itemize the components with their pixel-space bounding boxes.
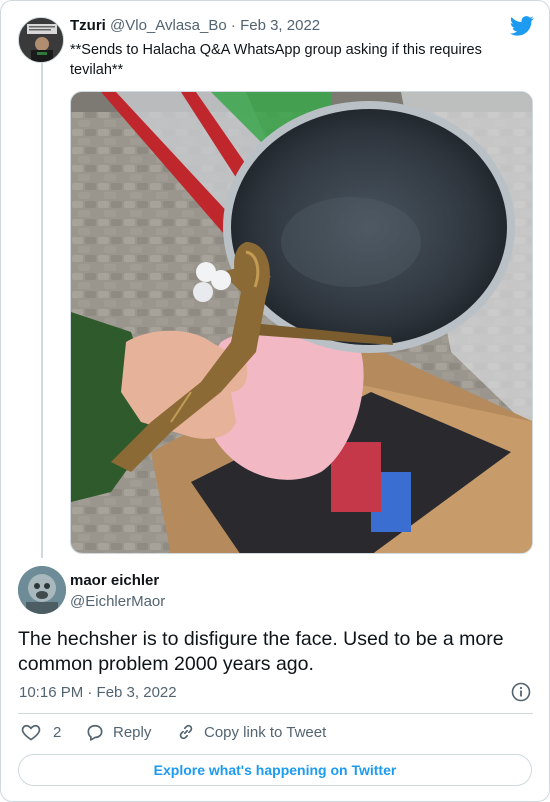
avatar[interactable]	[18, 17, 64, 63]
tweet-date[interactable]: Feb 3, 2022	[240, 17, 320, 34]
author-name[interactable]: maor eichler	[70, 572, 159, 589]
link-icon	[179, 724, 193, 740]
author-name[interactable]: Tzuri	[70, 17, 106, 34]
info-icon[interactable]	[511, 682, 531, 702]
quoted-tweet-header: Tzuri @Vlo_Avlasa_Bo · Feb 3, 2022	[70, 17, 320, 34]
twitter-bird-icon[interactable]	[510, 16, 534, 36]
divider	[18, 713, 533, 714]
avatar[interactable]	[18, 566, 66, 614]
explore-twitter-button[interactable]: Explore what's happening on Twitter	[18, 754, 532, 786]
author-handle[interactable]: @EichlerMaor	[70, 593, 165, 610]
meta-separator: ·	[230, 17, 236, 34]
tweet-embed-card: Tzuri @Vlo_Avlasa_Bo · Feb 3, 2022 **Sen…	[0, 0, 550, 802]
quoted-tweet-text: **Sends to Halacha Q&A WhatsApp group as…	[70, 42, 482, 78]
tweet-timestamp[interactable]: 10:16 PM · Feb 3, 2022	[19, 684, 177, 701]
tweet-text: The hechsher is to disfigure the face. U…	[18, 628, 504, 675]
like-button[interactable]: 2	[21, 722, 61, 742]
photo-image	[71, 92, 532, 553]
heart-icon	[21, 724, 41, 741]
copy-link-button[interactable]: Copy link to Tweet	[176, 722, 326, 742]
tweet-photo[interactable]	[70, 91, 533, 554]
avatar-image	[18, 566, 66, 614]
avatar-image	[19, 18, 63, 62]
copy-link-label: Copy link to Tweet	[204, 723, 327, 741]
reply-label: Reply	[113, 723, 152, 741]
author-handle[interactable]: @Vlo_Avlasa_Bo	[110, 17, 227, 34]
reply-button[interactable]: Reply	[85, 722, 151, 742]
thread-line	[41, 63, 43, 558]
reply-bubble-icon	[87, 724, 103, 741]
like-count: 2	[53, 723, 62, 741]
